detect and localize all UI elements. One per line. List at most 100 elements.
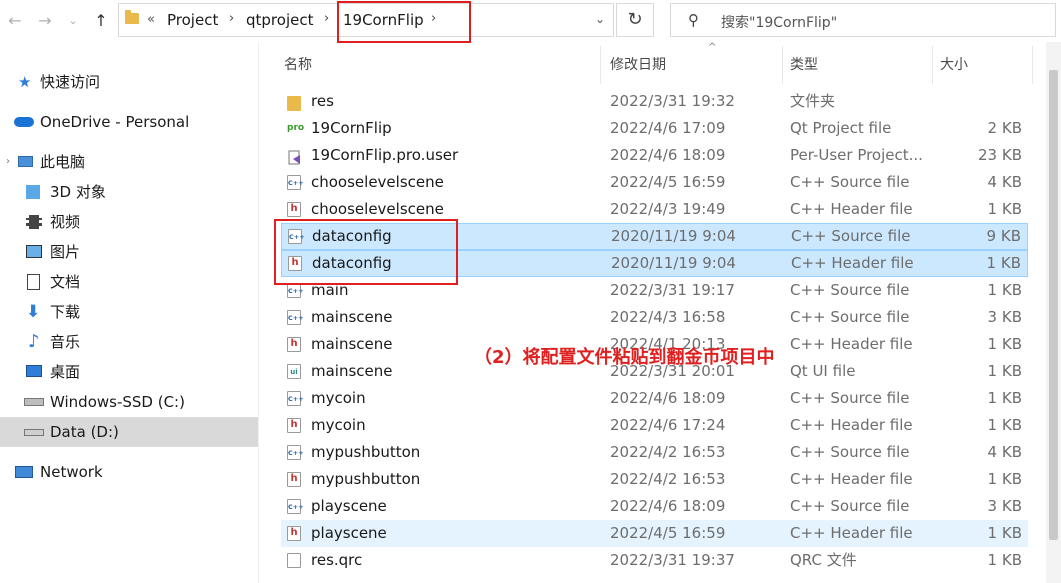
file-row[interactable]: h mycoin 2022/4/6 17:24 C++ Header file … [281, 412, 1028, 439]
qrc-file-icon [287, 553, 301, 568]
file-size: 3 KB [987, 308, 1022, 326]
sidebar-item-downloads[interactable]: ⬇ 下载 [0, 297, 258, 327]
header-file-icon: h [287, 472, 301, 487]
sidebar-item-quick-access[interactable]: ★ 快速访问 [0, 67, 258, 97]
file-row[interactable]: pro 19CornFlip 2022/4/6 17:09 Qt Project… [281, 115, 1028, 142]
file-size: 3 KB [987, 497, 1022, 515]
music-icon: ♪ [28, 331, 40, 352]
file-date: 2022/4/5 16:59 [610, 524, 726, 542]
forward-arrow-icon[interactable]: → [34, 10, 56, 32]
sidebar-item-label: 3D 对象 [50, 183, 106, 201]
column-date[interactable]: 修改日期 [610, 54, 666, 74]
file-type: Per-User Project... [790, 146, 923, 164]
column-header: ^ 名称 修改日期 类型 大小 [274, 42, 1034, 84]
sidebar-item-desktop[interactable]: 桌面 [0, 357, 258, 387]
column-size[interactable]: 大小 [940, 54, 968, 74]
pane-divider [258, 42, 259, 583]
header-file-icon: h [287, 202, 301, 217]
breadcrumb-chevron-icon[interactable]: › [229, 11, 234, 26]
sidebar-item-music[interactable]: ♪ 音乐 [0, 327, 258, 357]
sidebar-item-label: 文档 [50, 273, 81, 291]
file-type: C++ Source file [790, 308, 910, 326]
file-date: 2022/4/3 16:58 [610, 308, 726, 326]
breadcrumb-overflow[interactable]: « [147, 12, 155, 27]
file-size: 1 KB [987, 551, 1022, 569]
file-size: 1 KB [986, 254, 1021, 272]
sidebar-item-network[interactable]: Network [0, 457, 258, 487]
breadcrumb-qtproject[interactable]: qtproject [246, 11, 313, 29]
ui-file-icon: ui [287, 364, 301, 379]
sidebar-item-label: 音乐 [50, 333, 81, 351]
file-row-hover[interactable]: h playscene 2022/4/5 16:59 C++ Header fi… [281, 520, 1028, 547]
file-name: mypushbutton [311, 470, 421, 488]
cloud-icon [14, 117, 34, 127]
file-row[interactable]: h mypushbutton 2022/4/2 16:53 C++ Header… [281, 466, 1028, 493]
search-box[interactable]: ⚲ 搜索"19CornFlip" [670, 3, 1056, 37]
file-type: C++ Header file [790, 524, 913, 542]
file-name: res [311, 92, 334, 110]
sidebar-item-documents[interactable]: 文档 [0, 267, 258, 297]
file-date: 2022/4/5 16:59 [610, 173, 726, 191]
file-name: mycoin [311, 389, 366, 407]
sidebar-item-onedrive[interactable]: OneDrive - Personal [0, 107, 258, 137]
cpp-file-icon: C++ [287, 445, 304, 460]
column-divider[interactable] [600, 46, 601, 84]
file-size: 23 KB [978, 146, 1022, 164]
scrollbar-thumb[interactable] [1049, 70, 1058, 540]
desktop-icon [26, 365, 42, 377]
file-row[interactable]: 19CornFlip.pro.user 2022/4/6 18:09 Per-U… [281, 142, 1028, 169]
header-file-icon: h [287, 337, 301, 352]
file-date: 2022/4/6 18:09 [610, 146, 726, 164]
file-date: 2020/11/19 9:04 [611, 254, 736, 272]
file-type: Qt UI file [790, 362, 856, 380]
sidebar-item-this-pc[interactable]: › 此电脑 [0, 147, 258, 177]
file-type: C++ Header file [790, 416, 913, 434]
file-date: 2022/4/3 19:49 [610, 200, 726, 218]
file-type: C++ Header file [790, 200, 913, 218]
sidebar-item-windows-ssd[interactable]: Windows-SSD (C:) [0, 387, 258, 417]
breadcrumb-project[interactable]: Project [167, 11, 218, 29]
cpp-file-icon: C++ [287, 391, 304, 406]
document-icon [27, 274, 40, 290]
sidebar-item-label: Network [40, 463, 103, 481]
cpp-file-icon: C++ [287, 310, 304, 325]
breadcrumb-chevron-icon[interactable]: › [324, 11, 329, 26]
file-name: mycoin [311, 416, 366, 434]
back-arrow-icon[interactable]: ← [4, 10, 26, 32]
file-size: 1 KB [987, 200, 1022, 218]
file-size: 9 KB [986, 227, 1021, 245]
network-icon [15, 466, 33, 478]
address-dropdown-chevron-icon[interactable]: ⌄ [595, 12, 605, 26]
file-type: C++ Source file [790, 173, 910, 191]
column-divider[interactable] [932, 46, 933, 84]
file-row[interactable]: C++ chooselevelscene 2022/4/5 16:59 C++ … [281, 169, 1028, 196]
file-row[interactable]: res.qrc 2022/3/31 19:37 QRC 文件 1 KB [281, 547, 1028, 574]
recent-locations-chevron-icon[interactable]: ⌄ [62, 10, 84, 32]
column-divider[interactable] [1032, 46, 1033, 84]
sidebar-item-videos[interactable]: 视频 [0, 207, 258, 237]
sidebar-item-label: 桌面 [50, 363, 81, 381]
file-date: 2022/4/2 16:53 [610, 470, 726, 488]
sidebar-item-3d-objects[interactable]: 3D 对象 [0, 177, 258, 207]
chevron-right-icon[interactable]: › [6, 147, 10, 167]
search-placeholder: 搜索"19CornFlip" [721, 15, 838, 31]
sidebar-item-pictures[interactable]: 图片 [0, 237, 258, 267]
file-type: C++ Source file [791, 227, 911, 245]
file-name: mainscene [311, 308, 393, 326]
up-arrow-icon[interactable]: ↑ [90, 10, 112, 32]
star-icon: ★ [18, 73, 32, 91]
column-name[interactable]: 名称 [284, 54, 312, 74]
column-type[interactable]: 类型 [790, 54, 818, 74]
file-row[interactable]: res 2022/3/31 19:32 文件夹 [281, 88, 1028, 115]
refresh-button[interactable]: ↻ [616, 3, 654, 37]
sidebar-item-data-drive[interactable]: Data (D:) [0, 417, 258, 447]
file-type: C++ Source file [790, 389, 910, 407]
file-size: 1 KB [987, 281, 1022, 299]
file-type: C++ Header file [790, 470, 913, 488]
cube-icon [26, 185, 40, 199]
file-row[interactable]: C++ mypushbutton 2022/4/2 16:53 C++ Sour… [281, 439, 1028, 466]
file-row[interactable]: C++ mycoin 2022/4/6 18:09 C++ Source fil… [281, 385, 1028, 412]
file-row[interactable]: C++ playscene 2022/4/6 18:09 C++ Source … [281, 493, 1028, 520]
column-divider[interactable] [782, 46, 783, 84]
file-row[interactable]: C++ mainscene 2022/4/3 16:58 C++ Source … [281, 304, 1028, 331]
